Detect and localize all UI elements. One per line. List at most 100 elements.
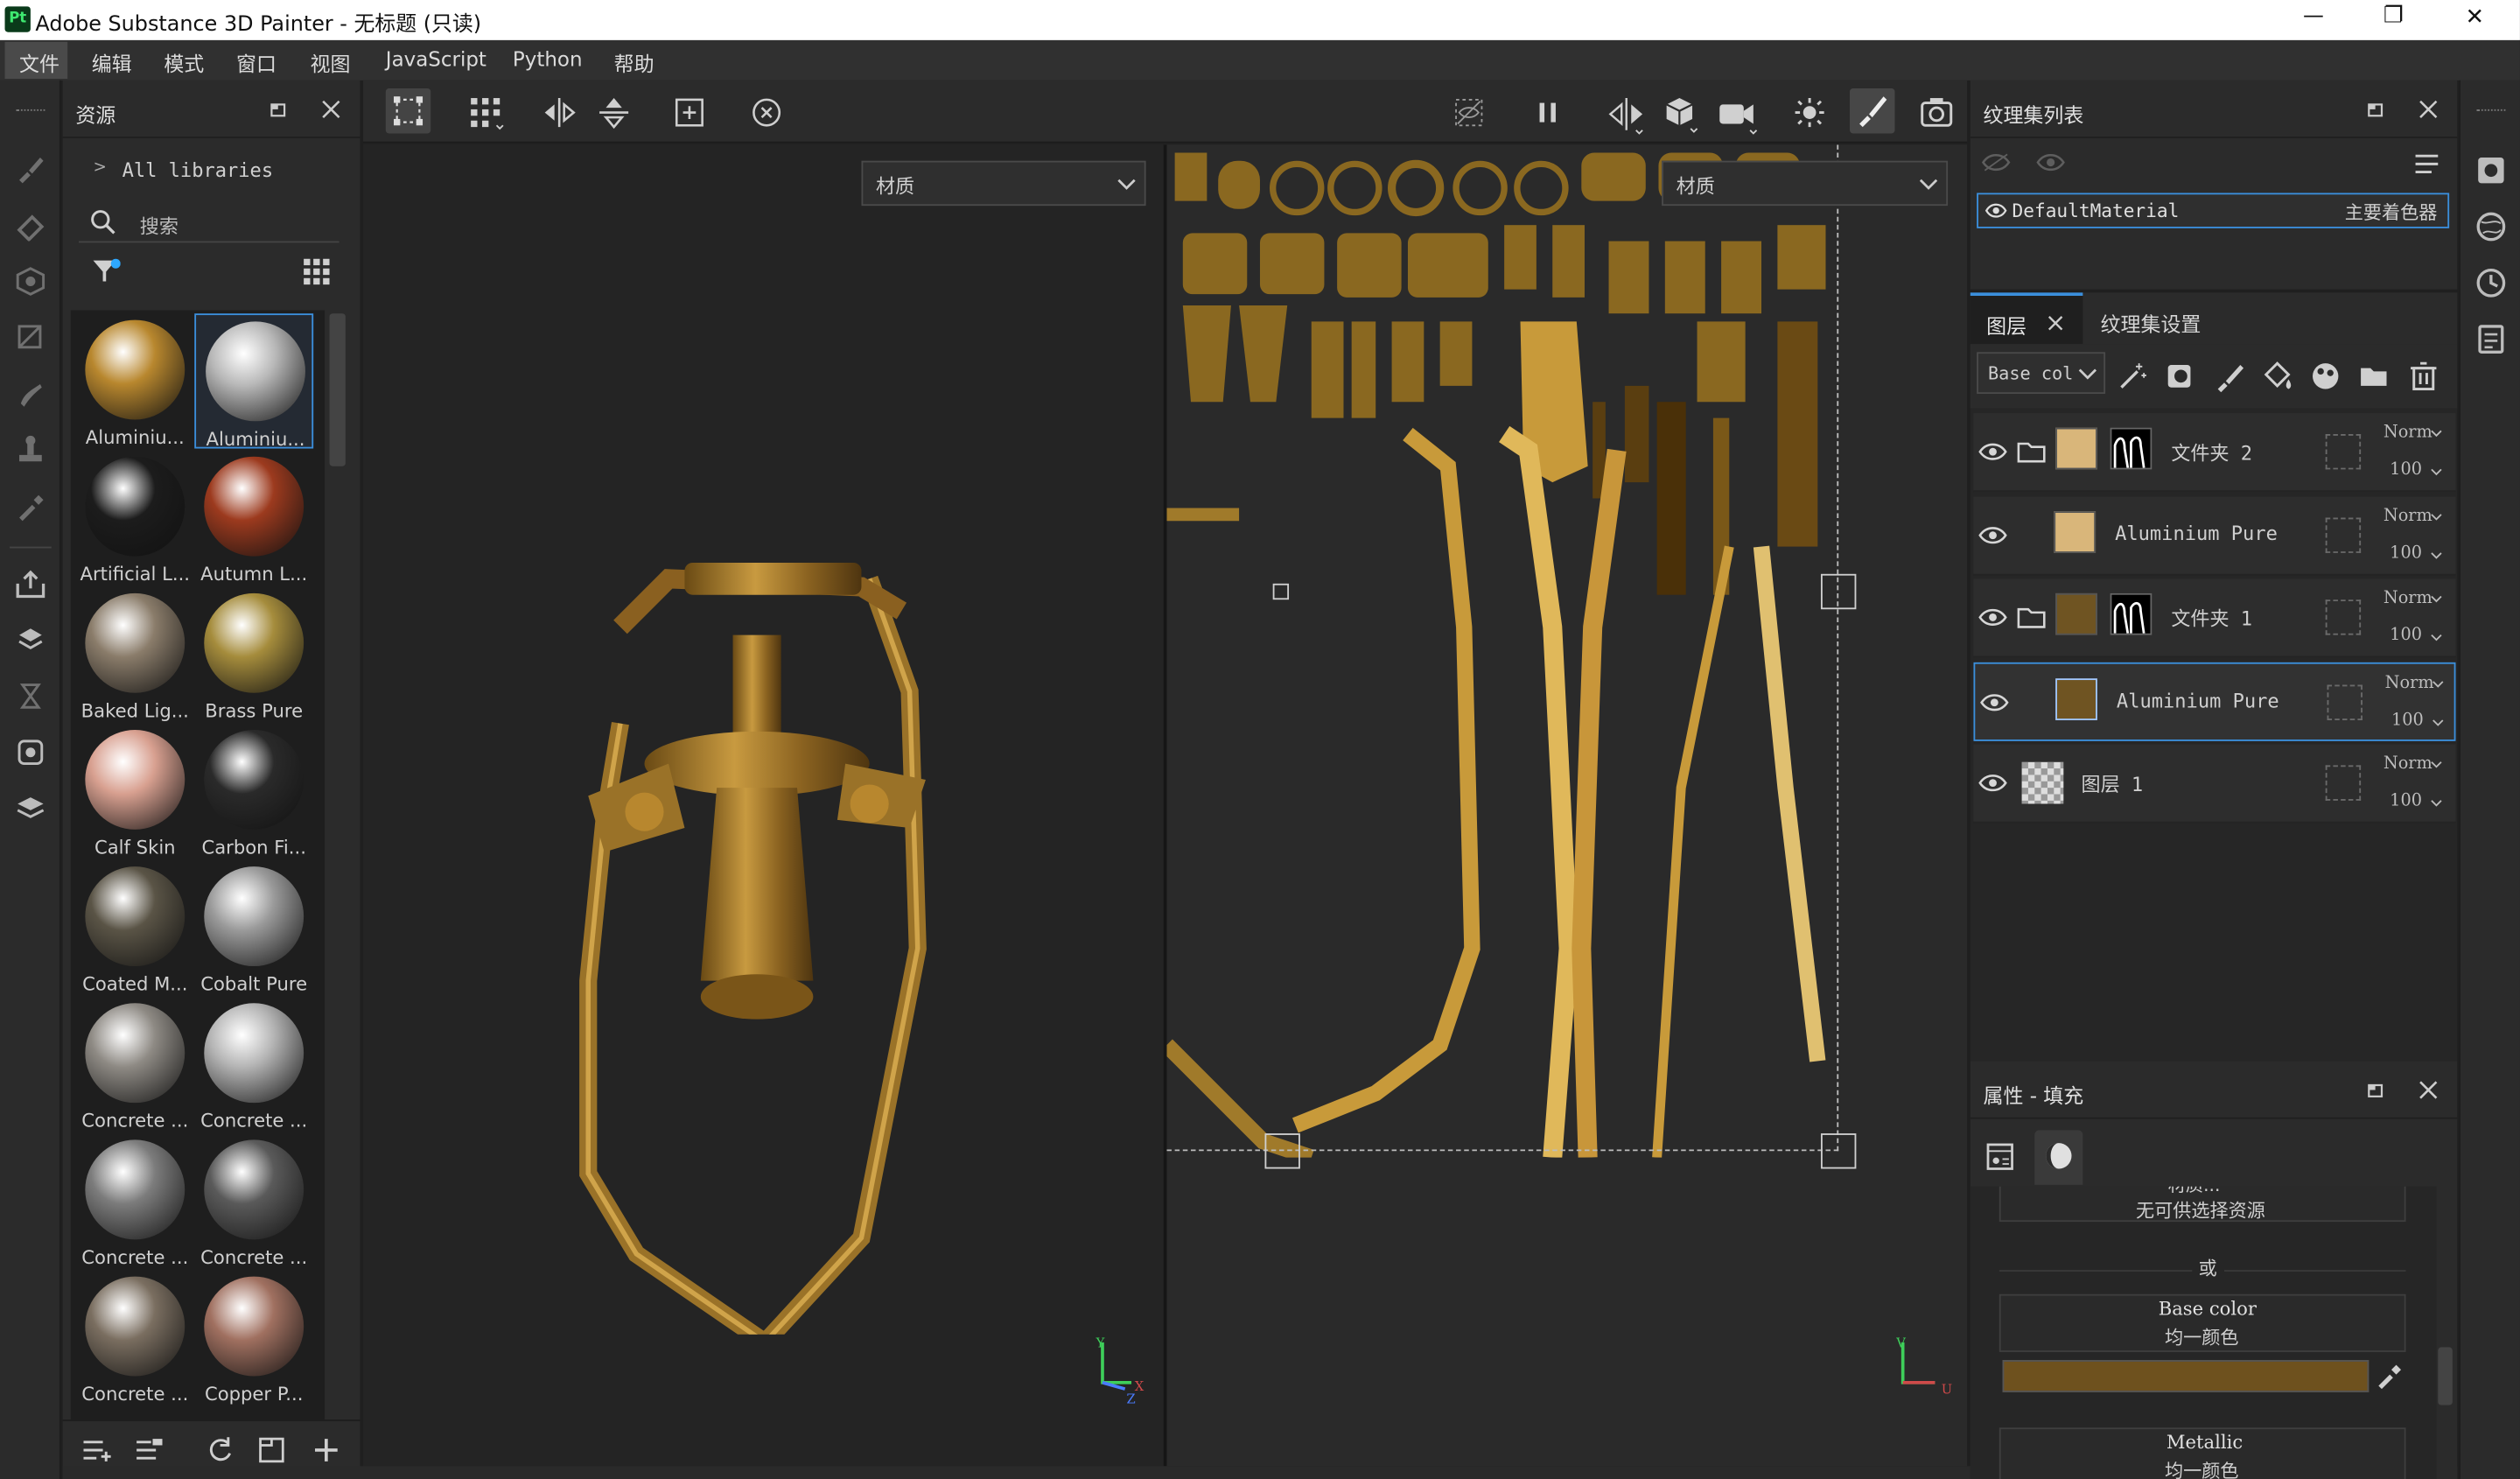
fill-settings-icon[interactable] (1984, 1141, 2017, 1174)
layer-name[interactable]: Aluminium Pure (2115, 522, 2278, 545)
menu-edit[interactable]: 编辑 (92, 46, 132, 77)
minimize-button[interactable]: — (2303, 5, 2324, 30)
material-thumbnail[interactable]: Autumn L... (194, 450, 313, 585)
eye-icon[interactable] (1984, 201, 2007, 221)
layer-visibility-eye-icon[interactable] (1978, 440, 2007, 463)
material-thumbnail[interactable]: Aluminiu... (194, 313, 314, 450)
close-window-button[interactable]: ✕ (2465, 5, 2484, 31)
menu-window[interactable]: 窗口 (236, 46, 276, 77)
material-thumbnail[interactable]: Aluminiu... (75, 313, 194, 449)
screenshot-icon[interactable] (1919, 95, 1954, 130)
refresh-icon[interactable] (206, 1435, 234, 1464)
layer-blend-mode[interactable]: Norm (2384, 507, 2432, 526)
layer-visibility-eye-icon[interactable] (1978, 524, 2007, 547)
layer-mask-slot[interactable] (2325, 765, 2362, 801)
material-thumbnail[interactable]: Coated M... (75, 860, 194, 995)
layer-row[interactable]: Aluminium Pure Norm 100 (1973, 496, 2456, 576)
selection-mode-button[interactable] (385, 88, 431, 134)
material-thumbnail[interactable]: Concrete ... (75, 997, 194, 1132)
layer-visibility-eye-icon[interactable] (1978, 606, 2007, 629)
uv-handle-top-right[interactable] (1820, 573, 1857, 610)
paint-brush-tool-icon[interactable] (15, 153, 47, 186)
add-folder-icon[interactable] (2357, 360, 2390, 392)
resource-box[interactable]: 材质... 无可供选择资源 (1998, 1186, 2406, 1223)
bake-mesh-maps-icon[interactable] (15, 624, 50, 659)
history-icon[interactable] (2475, 267, 2508, 299)
layer-opacity[interactable]: 100 (2390, 543, 2422, 563)
layer-blend-mode[interactable]: Norm (2384, 588, 2432, 607)
material-thumbnail[interactable]: Artificial L... (75, 450, 194, 585)
layer-name[interactable]: Aluminium Pure (2117, 690, 2279, 712)
add-fill-layer-icon[interactable] (2261, 360, 2293, 392)
add-icon[interactable] (312, 1435, 340, 1464)
delete-layer-icon[interactable] (2407, 360, 2440, 392)
layer-mask-slot[interactable] (2325, 517, 2362, 553)
grid-view-icon[interactable] (302, 257, 331, 286)
material-thumbnail[interactable]: Concrete ... (194, 1133, 313, 1268)
library-settings-icon[interactable] (135, 1437, 164, 1462)
filter-icon[interactable] (92, 257, 121, 286)
layer-mask-slot[interactable] (2325, 433, 2362, 470)
eyedropper-icon[interactable] (2376, 1363, 2402, 1390)
fit-to-view-icon[interactable] (672, 95, 707, 130)
layer-name[interactable]: 图层 1 (2082, 770, 2144, 797)
layer-visibility-eye-icon[interactable] (1980, 691, 2009, 714)
tab-layers[interactable]: 图层 (1970, 292, 2083, 345)
layer-opacity[interactable]: 100 (2390, 791, 2422, 810)
visibility-icon[interactable] (2034, 151, 2067, 174)
undock-icon[interactable] (269, 100, 288, 119)
solo-hidden-icon[interactable] (1980, 151, 2012, 174)
search-input[interactable]: 搜索 (78, 202, 340, 243)
color-picker-tool-icon[interactable] (15, 490, 47, 522)
chevron-right-icon[interactable]: > (94, 159, 107, 177)
tab-texture-set-settings[interactable]: 纹理集设置 (2101, 307, 2202, 338)
layer-mask-slot[interactable] (2325, 599, 2362, 635)
layer-blend-mode[interactable]: Norm (2384, 423, 2432, 442)
menu-javascript[interactable]: JavaScript (386, 46, 486, 71)
reset-transform-icon[interactable] (749, 95, 784, 130)
uv-handle-bottom-left[interactable] (1264, 1133, 1300, 1169)
material-tab[interactable] (2034, 1130, 2083, 1185)
mirror-horizontal-icon[interactable] (542, 95, 577, 130)
new-window-icon[interactable] (257, 1435, 286, 1464)
menu-mode[interactable]: 模式 (164, 46, 204, 77)
layer-opacity[interactable]: 100 (2390, 459, 2422, 479)
base-color-swatch[interactable] (2002, 1360, 2370, 1392)
menu-python[interactable]: Python (513, 46, 583, 71)
view-cube-icon[interactable] (1660, 94, 1702, 136)
texture-set-item[interactable]: DefaultMaterial 主要着色器 (1977, 193, 2450, 228)
material-thumbnail[interactable]: Copper P... (194, 1270, 313, 1405)
smudge-tool-icon[interactable] (15, 378, 47, 410)
grid-snap-icon[interactable] (467, 95, 506, 133)
geometry-mask-tool-icon[interactable] (15, 321, 47, 354)
add-library-icon[interactable] (82, 1437, 111, 1462)
add-paint-layer-icon[interactable] (2213, 360, 2245, 393)
projection-tool-icon[interactable] (15, 265, 47, 298)
menu-file[interactable]: 文件 (19, 46, 60, 77)
display-settings-icon[interactable] (2475, 211, 2508, 243)
list-options-icon[interactable] (2412, 151, 2441, 177)
material-thumbnail[interactable]: Cobalt Pure (194, 860, 313, 995)
uv-handle-bottom-right[interactable] (1820, 1133, 1857, 1169)
layer-blend-mode[interactable]: Norm (2384, 754, 2432, 774)
properties-scrollbar[interactable] (2438, 1347, 2453, 1405)
undock-icon[interactable] (2366, 1080, 2385, 1099)
log-icon[interactable] (2475, 323, 2508, 355)
material-thumbnail[interactable]: Concrete ... (75, 1270, 194, 1405)
right-material-dropdown[interactable]: 材质 (1662, 160, 1949, 207)
close-panel-icon[interactable] (2418, 100, 2438, 119)
add-effect-icon[interactable] (2117, 360, 2149, 392)
layer-blend-mode[interactable]: Norm (2385, 674, 2434, 693)
material-thumbnail[interactable]: Calf Skin (75, 724, 194, 859)
close-tab-icon[interactable] (2048, 315, 2063, 331)
menu-help[interactable]: 帮助 (614, 46, 654, 77)
uv-pivot[interactable] (1272, 583, 1290, 600)
texture-set-shader[interactable]: 主要着色器 (2345, 200, 2438, 225)
material-thumbnail[interactable]: Carbon Fi... (194, 724, 313, 859)
pause-icon[interactable] (1530, 95, 1565, 130)
layer-row[interactable]: 文件夹 2 Norm 100 (1973, 413, 2456, 493)
symmetry-icon[interactable] (1606, 95, 1648, 137)
left-material-dropdown[interactable]: 材质 (861, 160, 1146, 207)
layer-opacity[interactable]: 100 (2390, 626, 2422, 645)
library-breadcrumb[interactable]: All libraries (122, 159, 274, 182)
